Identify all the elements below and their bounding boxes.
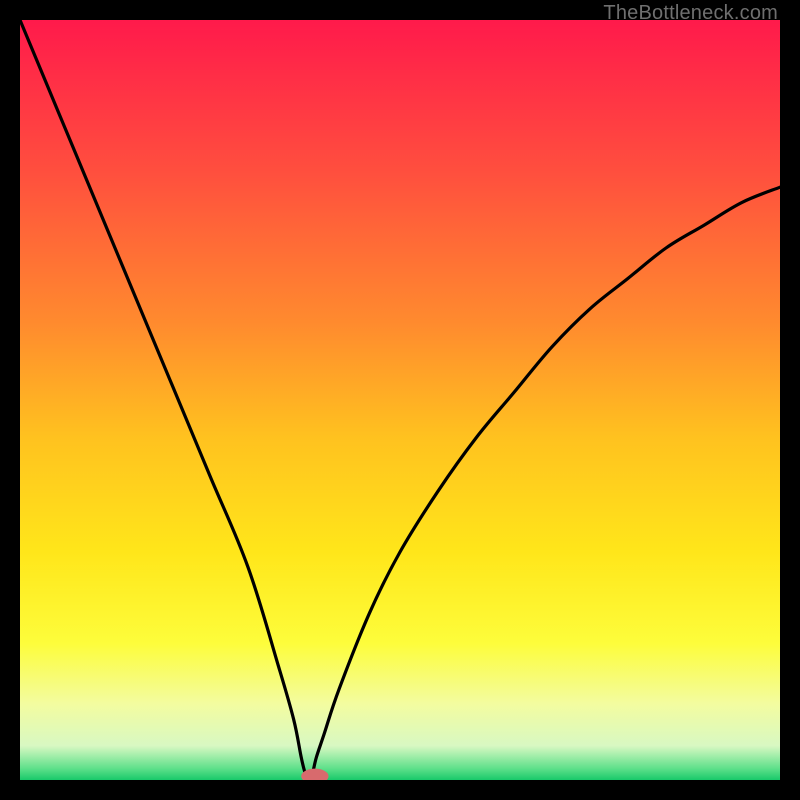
- bottleneck-chart: [20, 20, 780, 780]
- gradient-background: [20, 20, 780, 780]
- chart-frame: [20, 20, 780, 780]
- watermark-text: TheBottleneck.com: [603, 2, 778, 25]
